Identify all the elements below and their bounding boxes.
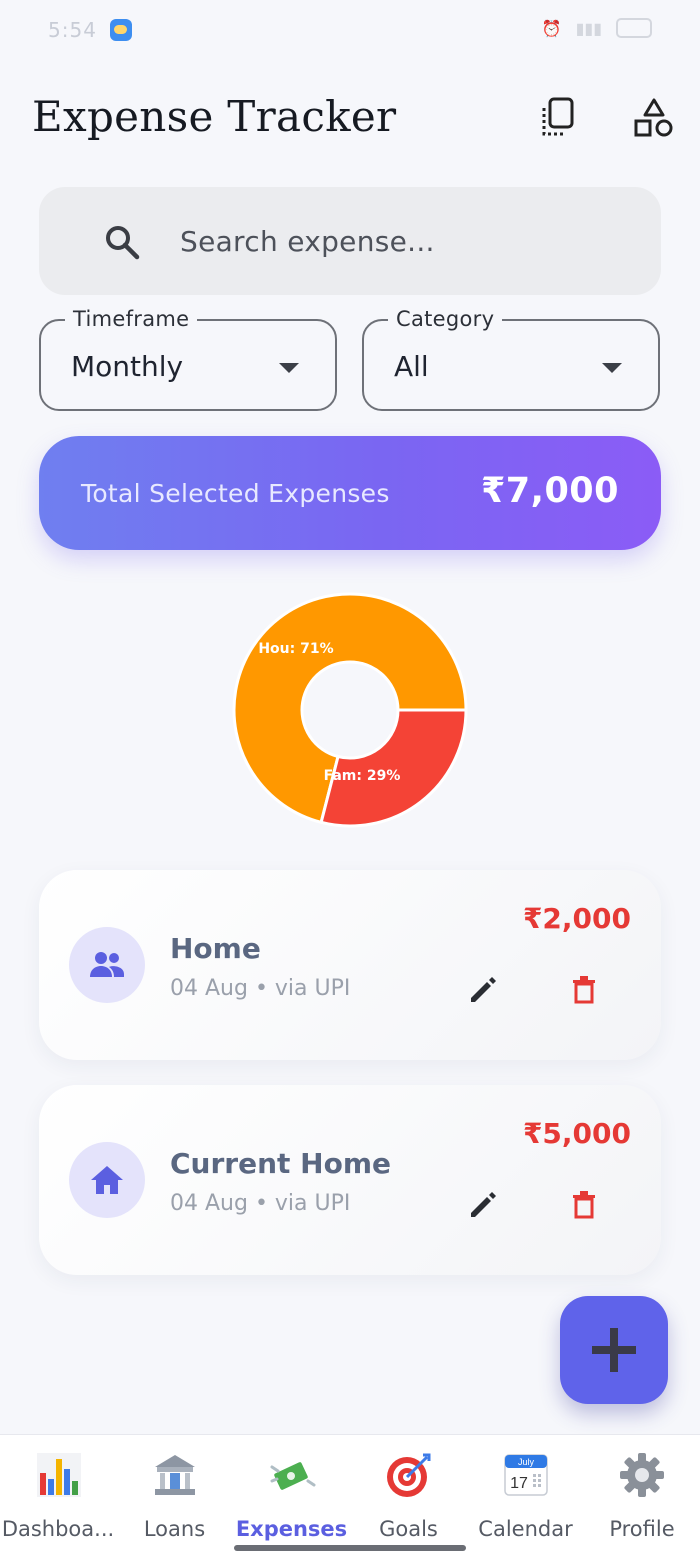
nav-item-calendar[interactable]: July 17 Calendar [467, 1435, 584, 1556]
alarm-icon: ⏰ [541, 18, 562, 38]
donut-label-fam: Fam: 29% [324, 768, 401, 784]
total-expenses-card: Total Selected Expenses ₹7,000 [39, 436, 661, 550]
add-expense-button[interactable] [560, 1296, 668, 1404]
nav-label: Profile [609, 1517, 675, 1541]
total-value: ₹7,000 [480, 471, 619, 511]
nav-label: Calendar [478, 1517, 573, 1541]
status-bar: 5:54 ⏰ ▮▮▮ [0, 0, 700, 62]
expense-donut-chart: Hou: 71% Fam: 29% [230, 590, 470, 830]
calendar-icon: July 17 [504, 1454, 548, 1496]
expense-title: Home [170, 932, 261, 965]
expense-amount: ₹2,000 [522, 902, 631, 935]
calendar-month: July [518, 1457, 535, 1467]
nav-label: Loans [143, 1517, 206, 1541]
copy-icon[interactable] [536, 96, 580, 140]
plus-icon [592, 1328, 636, 1372]
dropdown-arrow-icon [279, 363, 299, 373]
nav-item-dashboard[interactable]: Dashboa... [0, 1435, 116, 1556]
expense-amount: ₹5,000 [522, 1117, 631, 1150]
bottom-navigation: Dashboa... Loans Expenses Goals July 17 … [0, 1434, 700, 1556]
timeframe-dropdown[interactable]: Timeframe Monthly [39, 307, 337, 411]
category-dropdown[interactable]: Category All [362, 307, 660, 411]
shapes-icon[interactable] [632, 96, 676, 140]
home-indicator [234, 1545, 466, 1551]
calendar-day: 17 [510, 1475, 528, 1492]
system-icons: ⏰ ▮▮▮ [542, 18, 652, 38]
status-time: 5:54 [48, 18, 97, 42]
donut-chart-svg: Hou: 71% Fam: 29% [232, 592, 468, 828]
category-value: All [394, 350, 429, 383]
expense-subtitle: 04 Aug • via UPI [170, 1191, 351, 1216]
expense-card[interactable]: Current Home 04 Aug • via UPI ₹5,000 [39, 1085, 661, 1275]
donut-label-hou: Hou: 71% [258, 641, 333, 657]
total-label: Total Selected Expenses [81, 479, 390, 508]
battery-icon [616, 18, 652, 38]
search-bar[interactable]: Search expense... [39, 187, 661, 295]
nav-label: Goals [379, 1517, 438, 1541]
nav-label: Expenses [235, 1517, 348, 1541]
bank-icon [155, 1455, 195, 1495]
nav-item-loans[interactable]: Loans [116, 1435, 233, 1556]
timeframe-value: Monthly [71, 350, 184, 383]
expense-title: Current Home [170, 1147, 391, 1180]
nav-item-goals[interactable]: Goals [350, 1435, 467, 1556]
nav-label: Dashboa... [1, 1517, 115, 1541]
category-label: Category [388, 307, 503, 331]
edit-icon[interactable] [467, 1189, 499, 1221]
delete-icon[interactable] [569, 973, 599, 1005]
house-icon [91, 1166, 123, 1194]
expense-subtitle: 04 Aug • via UPI [170, 976, 351, 1001]
search-icon [106, 226, 140, 260]
page-title: Expense Tracker [32, 92, 397, 141]
nav-item-profile[interactable]: Profile [584, 1435, 700, 1556]
money-icon [270, 1462, 316, 1490]
bar-chart-icon [37, 1453, 81, 1497]
timeframe-label: Timeframe [65, 307, 198, 331]
people-icon [90, 952, 124, 977]
category-avatar [69, 927, 145, 1003]
weather-icon [110, 19, 132, 41]
signal-icon: ▮▮▮ [575, 18, 602, 38]
dropdown-arrow-icon [602, 363, 622, 373]
gear-icon [620, 1453, 664, 1497]
target-icon [387, 1453, 431, 1497]
delete-icon[interactable] [569, 1188, 599, 1220]
search-input[interactable]: Search expense... [180, 225, 435, 258]
expense-card[interactable]: Home 04 Aug • via UPI ₹2,000 [39, 870, 661, 1060]
edit-icon[interactable] [467, 974, 499, 1006]
category-avatar [69, 1142, 145, 1218]
nav-item-expenses[interactable]: Expenses [233, 1435, 350, 1556]
